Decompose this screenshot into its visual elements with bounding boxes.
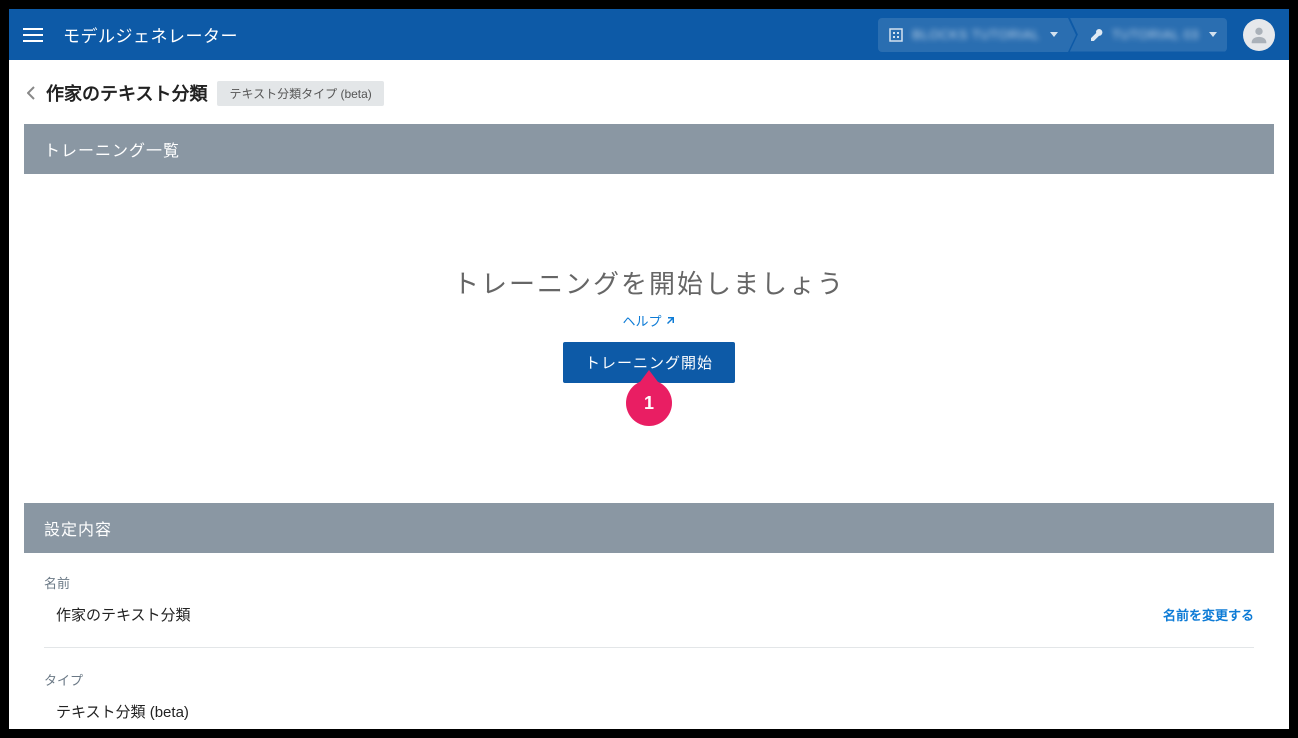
breadcrumb: 作家のテキスト分類 テキスト分類タイプ (beta) — [24, 80, 1274, 106]
training-section-header: トレーニング一覧 — [24, 124, 1274, 174]
wrench-icon — [1088, 27, 1104, 43]
field-label: 名前 — [44, 573, 1254, 592]
user-avatar[interactable] — [1243, 19, 1275, 51]
project-selector-label: TUTORIAL 03 — [1112, 27, 1199, 42]
external-link-icon — [664, 315, 676, 327]
help-link[interactable]: ヘルプ — [622, 311, 675, 330]
back-chevron-icon[interactable] — [26, 85, 36, 101]
building-icon — [888, 27, 904, 43]
settings-field-type: タイプ テキスト分類 (beta) — [44, 670, 1254, 729]
empty-state-heading: トレーニングを開始しましょう — [24, 264, 1274, 301]
help-link-label: ヘルプ — [622, 311, 661, 330]
field-value: 作家のテキスト分類 — [44, 604, 1163, 625]
field-value: テキスト分類 (beta) — [44, 701, 1254, 722]
chevron-down-icon — [1050, 32, 1058, 37]
org-selector[interactable]: BLOCKS TUTORIAL — [878, 18, 1068, 52]
app-frame: モデルジェネレーター BLOCKS TUTORIAL TUTORIAL 03 — [9, 9, 1289, 729]
hamburger-menu-icon[interactable] — [23, 23, 47, 47]
project-selector[interactable]: TUTORIAL 03 — [1070, 18, 1227, 52]
page-content: 作家のテキスト分類 テキスト分類タイプ (beta) トレーニング一覧 トレーニ… — [9, 60, 1289, 729]
org-selector-label: BLOCKS TUTORIAL — [912, 27, 1040, 42]
annotation-number: 1 — [626, 380, 672, 426]
field-label: タイプ — [44, 670, 1254, 689]
settings-field-name: 名前 作家のテキスト分類 名前を変更する — [44, 573, 1254, 648]
annotation-pin: 1 — [626, 380, 672, 426]
page-title: 作家のテキスト分類 — [46, 80, 207, 106]
chevron-down-icon — [1209, 32, 1217, 37]
training-empty-state: トレーニングを開始しましょう ヘルプ トレーニング開始 1 — [24, 174, 1274, 503]
change-name-link[interactable]: 名前を変更する — [1163, 605, 1254, 624]
type-badge: テキスト分類タイプ (beta) — [217, 81, 383, 106]
settings-body: 名前 作家のテキスト分類 名前を変更する タイプ テキスト分類 (beta) — [24, 553, 1274, 729]
app-header: モデルジェネレーター BLOCKS TUTORIAL TUTORIAL 03 — [9, 9, 1289, 60]
app-title: モデルジェネレーター — [63, 22, 238, 47]
settings-section-header: 設定内容 — [24, 503, 1274, 553]
